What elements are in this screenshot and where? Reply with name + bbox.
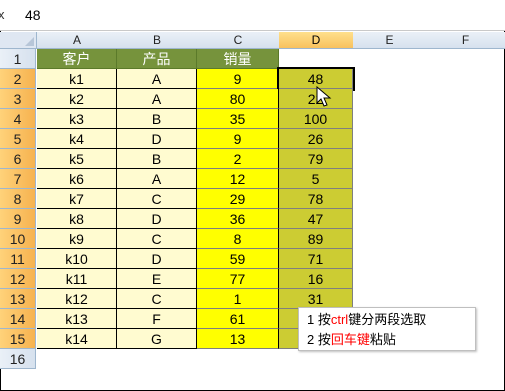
column-header-f[interactable]: F [426,32,505,49]
row-header-1[interactable]: 1 [0,49,36,69]
mouse-pointer-icon [316,86,332,107]
sales-cell[interactable]: 35 [197,109,279,129]
selected-column-d-cell[interactable]: 26 [279,129,353,149]
row-header-9[interactable]: 9 [0,209,36,229]
row-header-6[interactable]: 6 [0,149,36,169]
row-header-2[interactable]: 2 [0,69,36,89]
selected-column-d-cell[interactable]: 78 [279,189,353,209]
formula-bar-fx-label: x [0,7,5,22]
sales-cell[interactable]: 36 [197,209,279,229]
row-header-16[interactable]: 16 [0,349,36,369]
formula-bar[interactable]: x 48 [0,0,505,31]
row-header-11[interactable]: 11 [0,249,36,269]
tooltip-line-2-suffix: 粘贴 [369,332,396,347]
select-all-corner[interactable] [0,32,37,49]
column-header-e[interactable]: E [353,32,427,49]
product-cell[interactable]: G [117,329,197,349]
selected-column-d-cell[interactable]: 31 [279,289,353,309]
column-header-b[interactable]: B [117,32,198,49]
selected-column-d-cell[interactable]: 100 [279,109,353,129]
instruction-tooltip: 1 按ctrl键分两段选取 2 按回车键粘贴 [298,307,476,351]
column-header-c[interactable]: C [197,32,280,49]
customer-cell[interactable]: k10 [37,249,117,269]
sales-cell[interactable]: 59 [197,249,279,269]
product-cell[interactable]: A [117,169,197,189]
customer-cell[interactable]: k4 [37,129,117,149]
sales-cell[interactable]: 9 [197,129,279,149]
product-cell[interactable]: C [117,289,197,309]
sales-cell[interactable]: 77 [197,269,279,289]
customer-cell[interactable]: k6 [37,169,117,189]
column-header-d[interactable]: D [279,32,354,49]
customer-cell[interactable]: k2 [37,89,117,109]
customer-cell[interactable]: k11 [37,269,117,289]
customer-cell[interactable]: k14 [37,329,117,349]
formula-bar-value[interactable]: 48 [25,7,41,23]
product-cell[interactable]: D [117,249,197,269]
tooltip-line-1: 1 按ctrl键分两段选取 [307,310,467,330]
selected-column-d-cell[interactable]: 71 [279,249,353,269]
customer-cell[interactable]: k7 [37,189,117,209]
product-cell[interactable]: A [117,89,197,109]
customer-cell[interactable]: k1 [37,69,117,89]
header-cell-customer[interactable]: 客户 [37,49,117,69]
row-header-15[interactable]: 15 [0,329,36,349]
selected-column-d-cell[interactable]: 47 [279,209,353,229]
row-header-7[interactable]: 7 [0,169,36,189]
product-cell[interactable]: E [117,269,197,289]
sales-cell[interactable]: 80 [197,89,279,109]
column-header-a[interactable]: A [37,32,118,49]
row-header-13[interactable]: 13 [0,289,36,309]
product-cell[interactable]: C [117,229,197,249]
selected-column-d-cell[interactable]: 89 [279,229,353,249]
product-cell[interactable]: A [117,69,197,89]
header-cell-product[interactable]: 产品 [117,49,197,69]
row-header-5[interactable]: 5 [0,129,36,149]
sales-cell[interactable]: 2 [197,149,279,169]
tooltip-line-2: 2 按回车键粘贴 [307,330,467,350]
sales-cell[interactable]: 13 [197,329,279,349]
row-header-14[interactable]: 14 [0,309,36,329]
customer-cell[interactable]: k9 [37,229,117,249]
row-header-3[interactable]: 3 [0,89,36,109]
customer-cell[interactable]: k8 [37,209,117,229]
selected-column-d-cell[interactable]: 5 [279,169,353,189]
header-cell-sales[interactable]: 销量 [197,49,279,69]
row-header-8[interactable]: 8 [0,189,36,209]
product-cell[interactable]: B [117,109,197,129]
tooltip-line-1-prefix: 1 按 [307,312,331,327]
tooltip-line-1-suffix: 键分两段选取 [348,312,427,327]
product-cell[interactable]: F [117,309,197,329]
sales-cell[interactable]: 8 [197,229,279,249]
selected-column-d-cell[interactable]: 79 [279,149,353,169]
selected-column-d-cell[interactable]: 16 [279,269,353,289]
product-cell[interactable]: D [117,209,197,229]
row-header-10[interactable]: 10 [0,229,36,249]
product-cell[interactable]: C [117,189,197,209]
row-header-12[interactable]: 12 [0,269,36,289]
tooltip-line-2-prefix: 2 按 [307,332,331,347]
product-cell[interactable]: B [117,149,197,169]
customer-cell[interactable]: k12 [37,289,117,309]
customer-cell[interactable]: k5 [37,149,117,169]
customer-cell[interactable]: k3 [37,109,117,129]
sales-cell[interactable]: 1 [197,289,279,309]
row-header-4[interactable]: 4 [0,109,36,129]
customer-cell[interactable]: k13 [37,309,117,329]
sales-cell[interactable]: 29 [197,189,279,209]
tooltip-ctrl-text: ctrl [330,312,349,327]
sales-cell[interactable]: 12 [197,169,279,189]
sales-cell[interactable]: 61 [197,309,279,329]
product-cell[interactable]: D [117,129,197,149]
sales-cell[interactable]: 9 [197,69,279,89]
tooltip-enter-text: 回车键 [330,332,370,347]
